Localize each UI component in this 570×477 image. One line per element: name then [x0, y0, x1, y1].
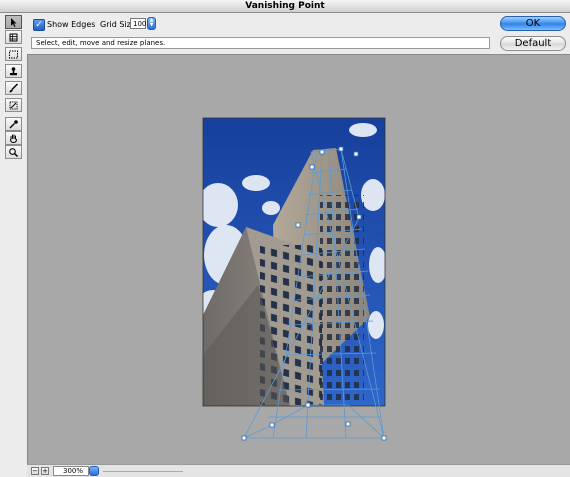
default-button[interactable]: Default: [500, 36, 566, 51]
window-title: Vanishing Point: [0, 0, 570, 13]
stamp-icon: [10, 66, 17, 75]
status-text: Select, edit, move and resize planes.: [31, 37, 490, 49]
grid-size-input[interactable]: 100: [130, 18, 146, 29]
grid-size-stepper[interactable]: ▲ ▼: [147, 17, 156, 30]
brush-icon: [9, 83, 18, 92]
options-bar: ✓ Show Edges Grid Size: 100 ▲ ▼: [28, 15, 498, 35]
divider: [103, 471, 183, 472]
stamp-tool[interactable]: [5, 64, 22, 78]
transform-tool[interactable]: [5, 98, 22, 112]
show-edges-checkbox[interactable]: ✓: [33, 19, 45, 31]
brush-tool[interactable]: [5, 81, 22, 95]
zoom-in-button[interactable]: +: [41, 467, 49, 475]
create-plane-tool[interactable]: [5, 30, 22, 44]
image-preview: [202, 117, 387, 441]
zoom-out-button[interactable]: −: [31, 467, 39, 475]
zoom-tool[interactable]: [5, 145, 22, 159]
eyedropper-tool[interactable]: [5, 117, 22, 131]
hand-icon: [10, 134, 17, 143]
arrow-icon: [11, 17, 17, 27]
zoom-stepper[interactable]: [89, 466, 99, 476]
show-edges-label: Show Edges: [47, 20, 96, 29]
hand-tool[interactable]: [5, 131, 22, 145]
transform-icon: [9, 101, 18, 109]
zoom-bar: − + 300%: [27, 464, 570, 477]
eyedropper-icon: [9, 119, 18, 128]
preview-canvas[interactable]: [27, 54, 570, 464]
edit-plane-tool[interactable]: [5, 15, 22, 29]
ok-button[interactable]: OK: [500, 16, 566, 31]
create-plane-icon: [9, 33, 18, 41]
magnifier-icon: [9, 147, 19, 157]
marquee-tool[interactable]: [5, 47, 22, 61]
zoom-level-field[interactable]: 300%: [53, 466, 89, 476]
marquee-icon: [9, 50, 18, 58]
